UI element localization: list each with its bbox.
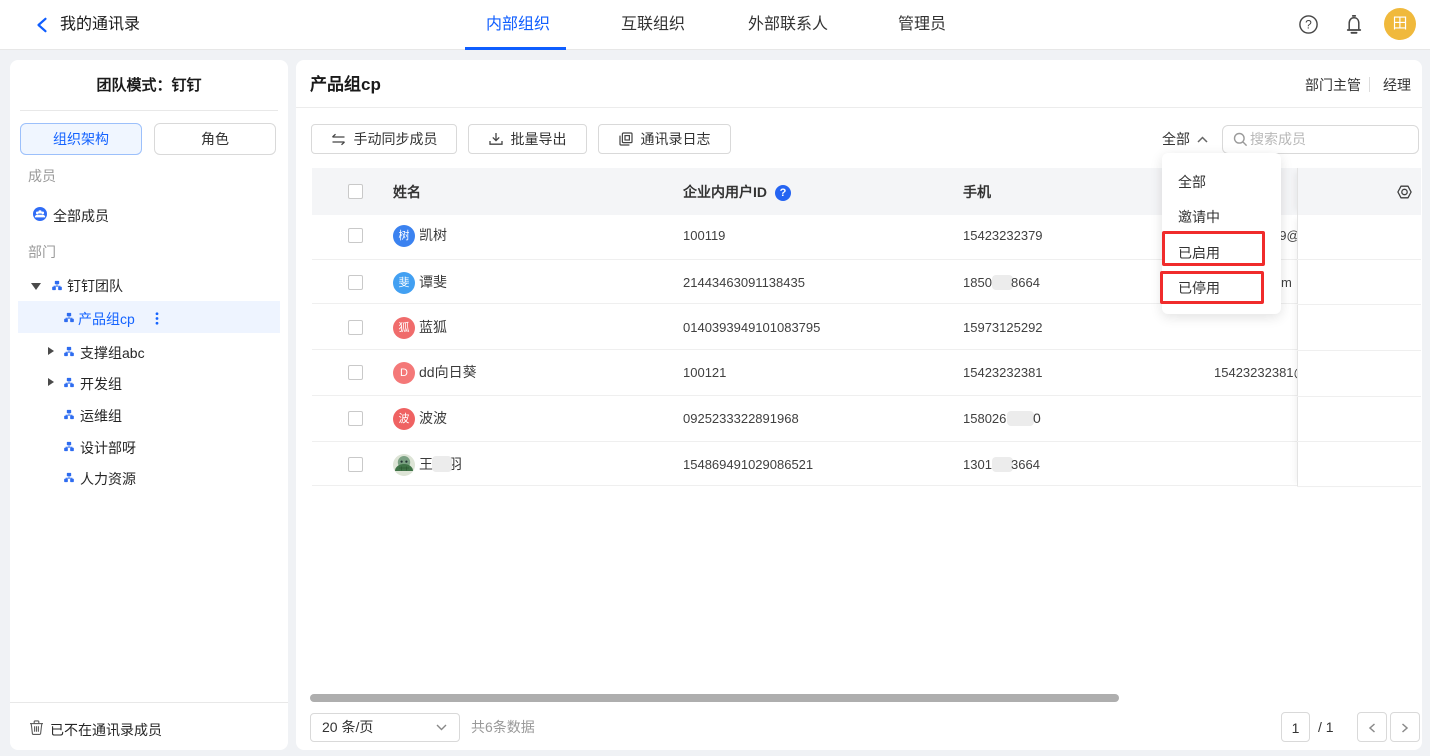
svg-text:?: ?	[1305, 18, 1312, 32]
